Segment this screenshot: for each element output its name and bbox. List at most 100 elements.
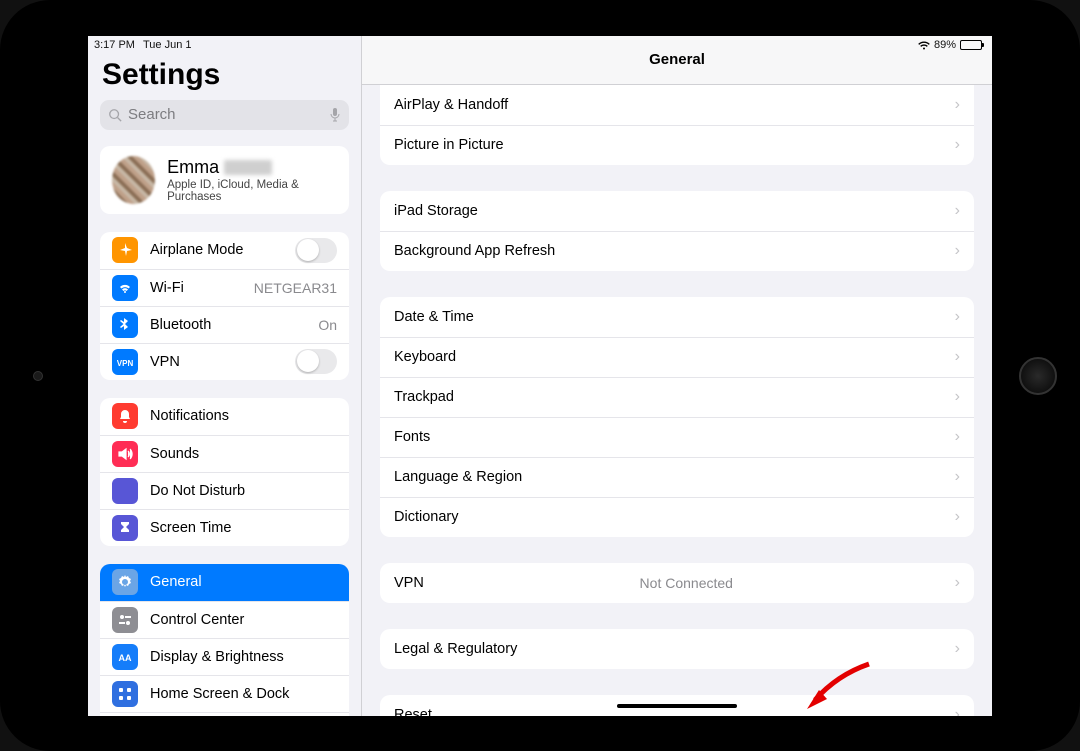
sidebar-item-label: General (150, 574, 202, 590)
settings-row-ipad-storage[interactable]: iPad Storage › (380, 191, 974, 231)
row-label: Date & Time (394, 309, 474, 325)
chevron-right-icon: › (955, 202, 960, 220)
settings-row-legal-regulatory[interactable]: Legal & Regulatory› (380, 629, 974, 669)
sidebar-item-label: Do Not Disturb (150, 483, 245, 499)
row-label: Language & Region (394, 469, 522, 485)
settings-group: AirPlay & Handoff› Picture in Picture › (380, 85, 974, 165)
sidebar-item-label: VPN (150, 354, 180, 370)
settings-row-keyboard[interactable]: Keyboard › (380, 337, 974, 377)
sidebar-item-display-brightness[interactable]: AA Display & Brightness (100, 638, 349, 675)
settings-row-date-time[interactable]: Date & Time › (380, 297, 974, 337)
chevron-right-icon: › (955, 348, 960, 366)
sidebar-item-sounds[interactable]: Sounds (100, 435, 349, 472)
sidebar-item-label: Notifications (150, 408, 229, 424)
settings-group: Legal & Regulatory› (380, 629, 974, 669)
home-indicator (617, 704, 737, 708)
mic-icon[interactable] (329, 107, 341, 123)
sidebar-item-screen-time[interactable]: Screen Time (100, 509, 349, 546)
chevron-right-icon: › (955, 388, 960, 406)
settings-group: VPN Not Connected › (380, 563, 974, 603)
settings-row-language-region[interactable]: Language & Region › (380, 457, 974, 497)
speaker-icon (112, 441, 138, 467)
row-label: Fonts (394, 429, 430, 445)
settings-group: iPad Storage › Background App Refresh › (380, 191, 974, 271)
sidebar-item-label: Wi-Fi (150, 280, 184, 296)
sidebar-item-vpn[interactable]: VPN VPN (100, 343, 349, 380)
settings-row-background-app-refresh[interactable]: Background App Refresh › (380, 231, 974, 271)
status-bar: 3:17 PM Tue Jun 1 89% (88, 36, 992, 55)
sidebar: Settings Search Emma (88, 36, 362, 716)
row-value: Not Connected (640, 575, 733, 591)
chevron-right-icon: › (955, 242, 960, 260)
sidebar-item-airplane-mode[interactable]: Airplane Mode (100, 232, 349, 269)
bell-icon (112, 403, 138, 429)
row-label: iPad Storage (394, 203, 478, 219)
sidebar-item-label: Display & Brightness (150, 649, 284, 665)
sidebar-item-general[interactable]: General (100, 564, 349, 601)
sidebar-item-wi-fi[interactable]: Wi-Fi NETGEAR31 (100, 269, 349, 306)
sidebar-item-label: Screen Time (150, 520, 231, 536)
redacted-name (224, 160, 272, 175)
row-label: VPN (394, 575, 424, 591)
row-label: Trackpad (394, 389, 454, 405)
settings-group: Date & Time›Keyboard›Trackpad›Fonts›Lang… (380, 297, 974, 537)
svg-text:VPN: VPN (117, 359, 133, 368)
avatar (112, 156, 155, 204)
settings-row-fonts[interactable]: Fonts › (380, 417, 974, 457)
settings-row-airplay-handoff[interactable]: AirPlay & Handoff› (380, 85, 974, 125)
chevron-right-icon: › (955, 574, 960, 592)
sidebar-item-home-screen-dock[interactable]: Home Screen & Dock (100, 675, 349, 712)
chevron-right-icon: › (955, 428, 960, 446)
row-label: AirPlay & Handoff (394, 97, 508, 113)
chevron-right-icon: › (955, 308, 960, 326)
main-pane: General AirPlay & Handoff›Picture in Pic… (362, 36, 992, 716)
settings-row-picture-in-picture[interactable]: Picture in Picture › (380, 125, 974, 165)
search-icon (108, 108, 122, 122)
profile-subtitle: Apple ID, iCloud, Media & Purchases (167, 179, 337, 203)
ipad-frame: 3:17 PM Tue Jun 1 89% Settings Search (0, 0, 1080, 751)
sidebar-item-label: Bluetooth (150, 317, 211, 333)
search-placeholder: Search (128, 106, 176, 123)
airplane-icon (112, 237, 138, 263)
battery-icon (960, 40, 982, 50)
chevron-right-icon: › (955, 640, 960, 658)
sidebar-item-notifications[interactable]: Notifications (100, 398, 349, 435)
moon-icon (112, 478, 138, 504)
wifi-icon (112, 275, 138, 301)
bluetooth-icon (112, 312, 138, 338)
row-label: Background App Refresh (394, 243, 555, 259)
profile-card[interactable]: Emma Apple ID, iCloud, Media & Purchases (100, 146, 349, 214)
svg-text:AA: AA (119, 653, 132, 663)
row-label: Keyboard (394, 349, 456, 365)
sidebar-item-label: Sounds (150, 446, 199, 462)
sidebar-item-value: NETGEAR31 (254, 280, 337, 296)
grid-icon (112, 681, 138, 707)
sidebar-item-do-not-disturb[interactable]: Do Not Disturb (100, 472, 349, 509)
row-label: Picture in Picture (394, 137, 504, 153)
sidebar-group: General Control Center AA Display & Brightn… (100, 564, 349, 716)
home-button[interactable] (1019, 357, 1057, 395)
main-content[interactable]: AirPlay & Handoff›Picture in Picture›iPa… (362, 85, 992, 716)
search-input[interactable]: Search (100, 100, 349, 130)
sidebar-item-accessibility[interactable]: Accessibility (100, 712, 349, 716)
toggle[interactable] (295, 349, 337, 374)
toggle[interactable] (295, 238, 337, 263)
settings-row-trackpad[interactable]: Trackpad › (380, 377, 974, 417)
battery-pct: 89% (934, 39, 956, 51)
hourglass-icon (112, 515, 138, 541)
chevron-right-icon: › (955, 468, 960, 486)
page-title: Settings (100, 58, 349, 92)
sidebar-item-control-center[interactable]: Control Center (100, 601, 349, 638)
settings-row-dictionary[interactable]: Dictionary› (380, 497, 974, 537)
chevron-right-icon: › (955, 706, 960, 716)
sidebar-item-label: Airplane Mode (150, 242, 244, 258)
row-label: Reset (394, 707, 432, 716)
chevron-right-icon: › (955, 508, 960, 526)
sidebar-group: Notifications Sounds Do Not Disturb Screen … (100, 398, 349, 546)
settings-row-vpn[interactable]: VPN Not Connected › (380, 563, 974, 603)
gear-icon (112, 569, 138, 595)
sidebar-item-bluetooth[interactable]: BluetoothOn (100, 306, 349, 343)
screen: 3:17 PM Tue Jun 1 89% Settings Search (88, 36, 992, 716)
sidebar-group: Airplane ModeWi-FiNETGEAR31BluetoothOnVP… (100, 232, 349, 380)
chevron-right-icon: › (955, 136, 960, 154)
